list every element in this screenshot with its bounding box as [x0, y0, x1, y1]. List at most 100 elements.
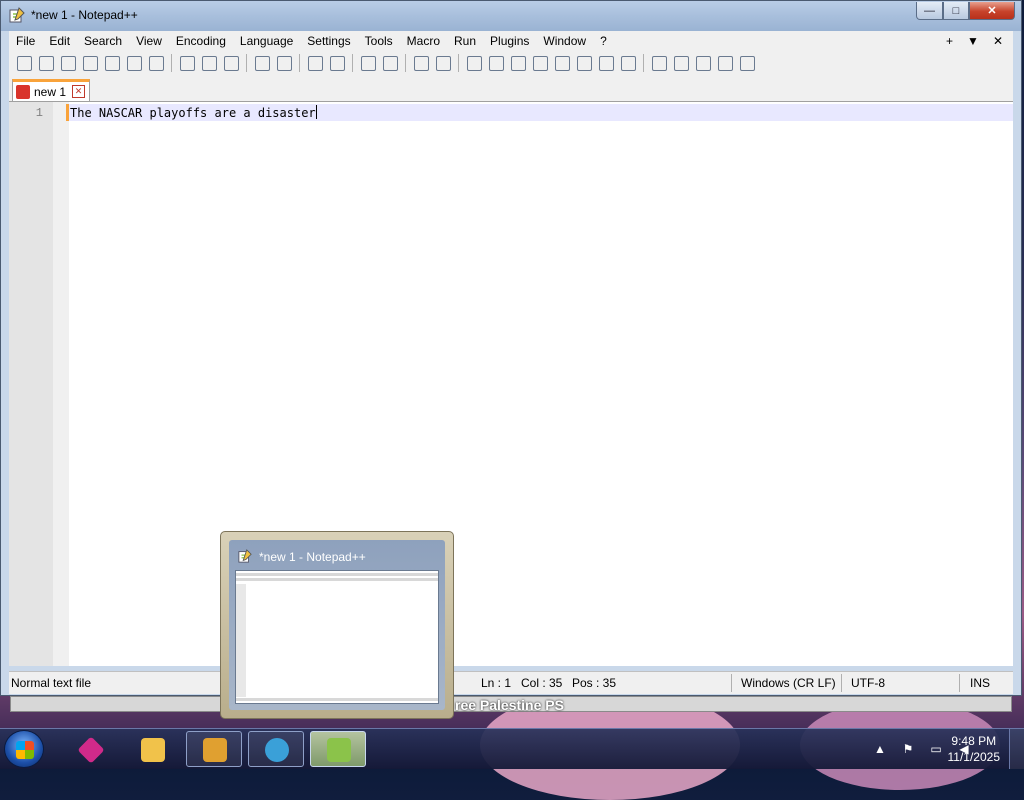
text-editor[interactable]: 1 The NASCAR playoffs are a disaster: [9, 102, 1013, 666]
stop-macro-icon[interactable]: [672, 54, 690, 72]
record-macro-icon[interactable]: [650, 54, 668, 72]
tab-list-dropdown-icon[interactable]: ▼: [967, 34, 979, 48]
show-all-chars-icon[interactable]: [487, 54, 505, 72]
close-all-icon[interactable]: [125, 54, 143, 72]
taskbar-app-notepadpp[interactable]: [310, 731, 366, 767]
status-divider: [731, 674, 732, 692]
open-file-icon[interactable]: [37, 54, 55, 72]
thumbnail-toolbar: [236, 578, 438, 581]
copy-icon[interactable]: [200, 54, 218, 72]
fold-margin[interactable]: [53, 102, 69, 666]
action-center-flag-icon[interactable]: ⚑: [900, 741, 916, 757]
word-wrap-icon[interactable]: [465, 54, 483, 72]
taskbar-app-vlc[interactable]: [186, 731, 242, 767]
run-macro-multiple-icon[interactable]: [716, 54, 734, 72]
run-macro-multiple-icon-glyph: [717, 55, 733, 71]
preview-frame: *new 1 - Notepad++: [229, 540, 445, 710]
redo-icon[interactable]: [275, 54, 293, 72]
start-button[interactable]: [4, 730, 44, 768]
pink-cube-icon: [77, 736, 105, 764]
tab-new-1[interactable]: new 1 ✕: [12, 79, 90, 101]
word-wrap-icon-glyph: [466, 55, 482, 71]
menu-macro[interactable]: Macro: [400, 31, 447, 51]
new-file-icon[interactable]: [15, 54, 33, 72]
redo-icon-glyph: [276, 55, 292, 71]
menu-search[interactable]: Search: [77, 31, 129, 51]
find-icon[interactable]: [306, 54, 324, 72]
menu-window[interactable]: Window: [536, 31, 593, 51]
menu-encoding[interactable]: Encoding: [169, 31, 233, 51]
cut-icon-glyph: [179, 55, 195, 71]
folder-workspace-icon[interactable]: [597, 54, 615, 72]
zoom-out-icon-glyph: [382, 55, 398, 71]
title-bar[interactable]: *new 1 - Notepad++ — □ ✕: [1, 1, 1021, 31]
status-divider: [841, 674, 842, 692]
line-content: The NASCAR playoffs are a disaster: [70, 106, 316, 120]
maximize-button[interactable]: □: [943, 2, 969, 20]
save-macro-icon[interactable]: [738, 54, 756, 72]
sync-vertical-icon[interactable]: [412, 54, 430, 72]
toolbar-separator: [171, 54, 172, 72]
close-button[interactable]: ✕: [969, 2, 1015, 20]
play-macro-icon-glyph: [695, 55, 711, 71]
status-encoding[interactable]: UTF-8: [851, 676, 885, 690]
save-icon[interactable]: [59, 54, 77, 72]
print-icon[interactable]: [147, 54, 165, 72]
show-desktop-button[interactable]: [1009, 729, 1024, 769]
menu-bar: File Edit Search View Encoding Language …: [9, 31, 1013, 51]
menu-view[interactable]: View: [129, 31, 169, 51]
status-divider: [959, 674, 960, 692]
status-insert-mode[interactable]: INS: [970, 676, 990, 690]
taskbar-app-explorer[interactable]: [124, 731, 180, 767]
editor-line[interactable]: The NASCAR playoffs are a disaster: [70, 105, 317, 120]
zoom-in-icon[interactable]: [359, 54, 377, 72]
indent-guide-icon[interactable]: [509, 54, 527, 72]
menu-tools[interactable]: Tools: [358, 31, 400, 51]
preview-thumbnail[interactable]: [235, 570, 439, 704]
tab-close-icon[interactable]: ✕: [72, 85, 85, 98]
sync-horizontal-icon[interactable]: [434, 54, 452, 72]
zoom-out-icon[interactable]: [381, 54, 399, 72]
taskbar-thumbnail-preview[interactable]: *new 1 - Notepad++: [220, 531, 454, 719]
window-title: *new 1 - Notepad++: [31, 8, 138, 22]
doc-map-icon[interactable]: [553, 54, 571, 72]
minimize-button[interactable]: —: [916, 2, 943, 20]
zoom-in-icon-glyph: [360, 55, 376, 71]
menu-run[interactable]: Run: [447, 31, 483, 51]
taskbar-app-browser[interactable]: [248, 731, 304, 767]
menu-settings[interactable]: Settings: [300, 31, 357, 51]
status-eol[interactable]: Windows (CR LF): [741, 676, 836, 690]
user-language-icon[interactable]: [531, 54, 549, 72]
menu-help[interactable]: ?: [593, 31, 614, 51]
doc-map-icon-glyph: [554, 55, 570, 71]
replace-icon[interactable]: [328, 54, 346, 72]
change-history-marker: [66, 104, 69, 121]
status-filetype: Normal text file: [11, 676, 92, 690]
new-tab-plus-icon[interactable]: +: [946, 34, 953, 48]
media-player-icon: [203, 738, 227, 762]
unsaved-file-icon: [16, 84, 30, 99]
save-all-icon[interactable]: [81, 54, 99, 72]
network-icon[interactable]: ▭: [928, 741, 944, 757]
cut-icon[interactable]: [178, 54, 196, 72]
menu-language[interactable]: Language: [233, 31, 300, 51]
preview-title: *new 1 - Notepad++: [259, 550, 366, 564]
system-clock[interactable]: 9:48 PM 11/1/2025: [948, 733, 1001, 765]
show-hidden-icons-icon[interactable]: ▲: [872, 741, 888, 757]
status-bar: Normal text file Ln : 1 Col : 35 Pos : 3…: [9, 671, 1013, 694]
paste-icon[interactable]: [222, 54, 240, 72]
line-number-gutter: [9, 102, 53, 666]
monitoring-icon[interactable]: [619, 54, 637, 72]
play-macro-icon[interactable]: [694, 54, 712, 72]
close-document-icon[interactable]: ✕: [993, 34, 1003, 48]
thumbnail-statusbar: [236, 698, 438, 701]
close-icon[interactable]: [103, 54, 121, 72]
undo-icon[interactable]: [253, 54, 271, 72]
taskbar-app-pink-cube[interactable]: [62, 731, 118, 767]
save-all-icon-glyph: [82, 55, 98, 71]
menu-file[interactable]: File: [9, 31, 42, 51]
menu-plugins[interactable]: Plugins: [483, 31, 536, 51]
menu-edit[interactable]: Edit: [42, 31, 77, 51]
toolbar-separator: [405, 54, 406, 72]
function-list-icon[interactable]: [575, 54, 593, 72]
